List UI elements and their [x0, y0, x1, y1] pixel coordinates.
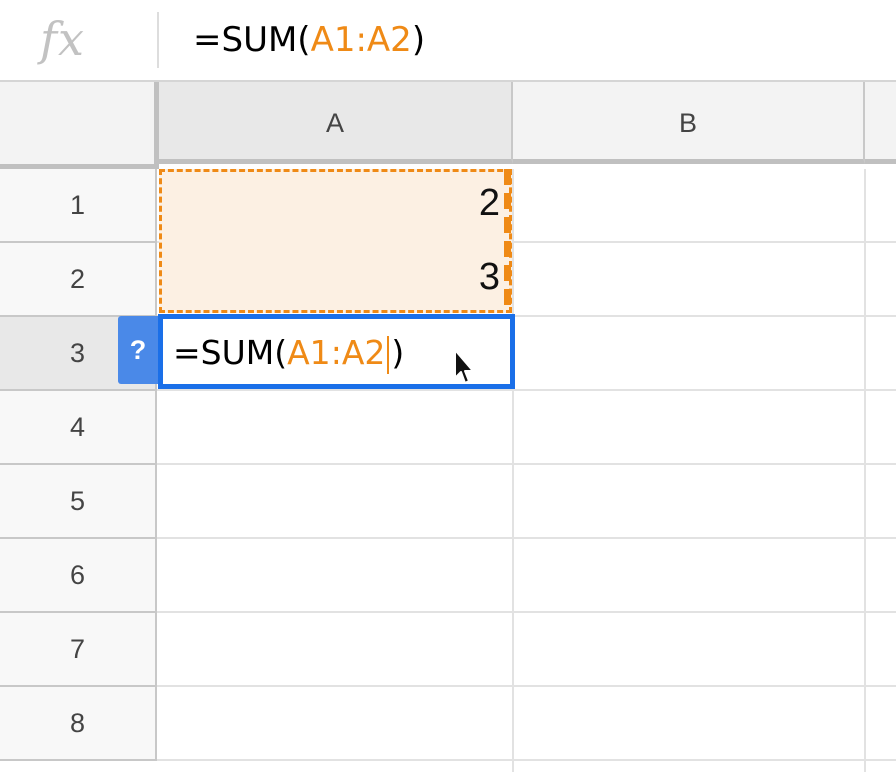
function-icon: fx [40, 12, 85, 66]
cells-column-b[interactable] [514, 169, 864, 759]
cell-a1[interactable]: 2 [0, 182, 500, 225]
column-header-next[interactable] [865, 82, 896, 164]
editor-prefix: =SUM( [173, 333, 288, 372]
editor-suffix: ) [391, 333, 405, 372]
cells-column-a[interactable] [159, 391, 512, 759]
formula-help-button[interactable]: ? [118, 316, 158, 384]
column-header-a[interactable]: A [159, 82, 513, 164]
formula-range-start: A1 [310, 20, 356, 60]
gridline [864, 169, 866, 772]
formula-range-end: A2 [366, 20, 412, 60]
row-header-4[interactable]: 4 [0, 391, 157, 465]
row-header-7[interactable]: 7 [0, 613, 157, 687]
formula-prefix: =SUM( [193, 20, 311, 60]
editor-range-end: A2 [341, 333, 386, 372]
formula-bar-divider [157, 12, 159, 68]
spreadsheet-grid: A B 1 2 3 4 5 6 7 8 2 3 ? =SUM(A1:A2) [0, 82, 896, 772]
row-header-8[interactable]: 8 [0, 687, 157, 761]
mouse-pointer-icon [454, 349, 474, 384]
formula-input[interactable]: =SUM(A1:A2) [193, 14, 425, 66]
text-caret [387, 335, 390, 374]
select-all-corner[interactable] [0, 82, 159, 169]
cell-a2[interactable]: 3 [0, 256, 500, 299]
formula-suffix: ) [411, 20, 426, 60]
row-header-6[interactable]: 6 [0, 539, 157, 613]
formula-bar: fx =SUM(A1:A2) [0, 0, 896, 82]
editor-range-separator: : [330, 333, 342, 372]
range-border-right [504, 169, 511, 313]
cell-editor-text[interactable]: =SUM(A1:A2) [173, 325, 404, 381]
editor-range-start: A1 [287, 333, 331, 372]
column-header-b[interactable]: B [513, 82, 865, 164]
gridline [157, 759, 896, 761]
formula-range-separator: : [355, 20, 367, 60]
row-header-5[interactable]: 5 [0, 465, 157, 539]
